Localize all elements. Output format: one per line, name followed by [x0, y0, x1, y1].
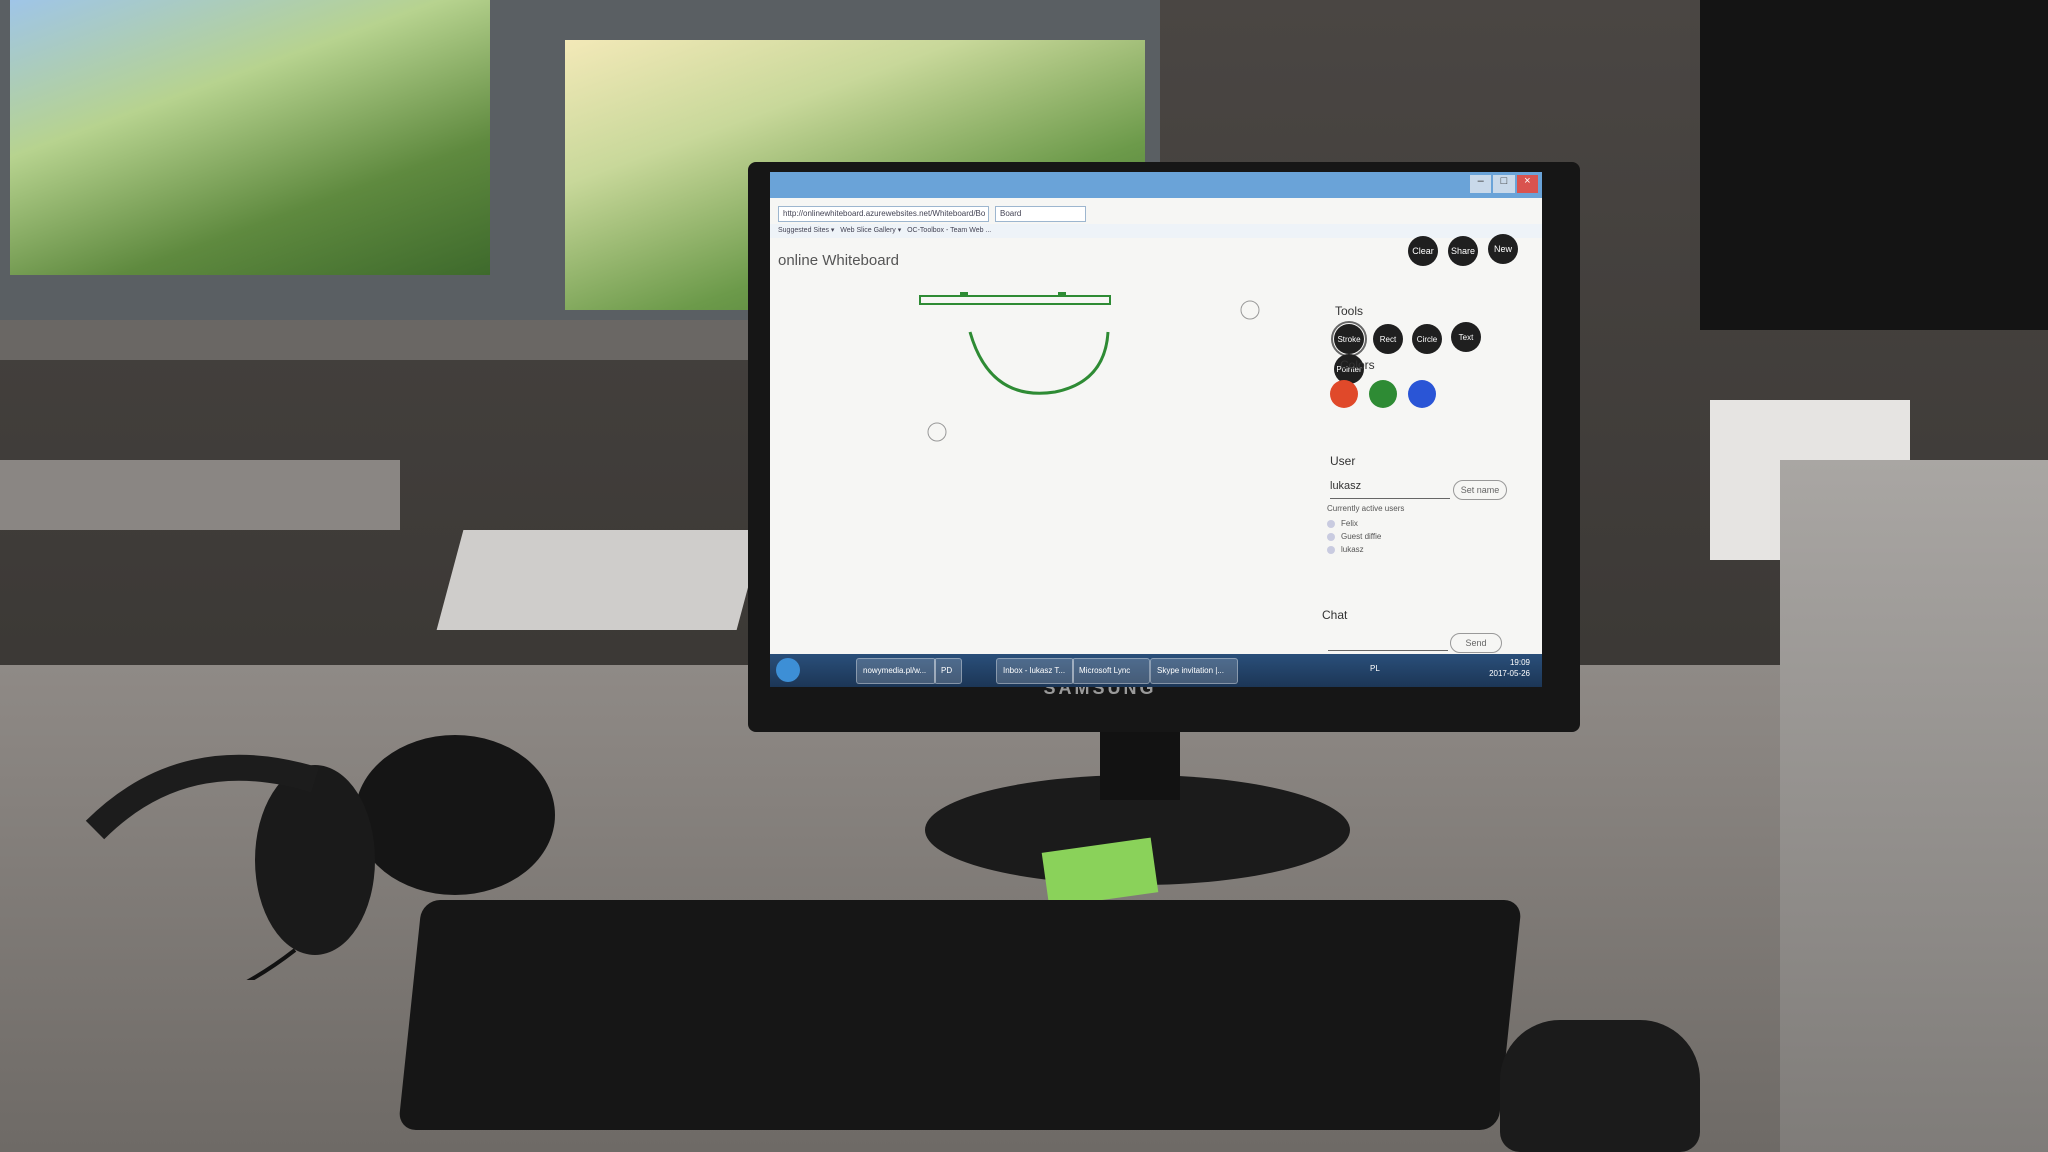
chat-input[interactable] — [1328, 634, 1448, 651]
active-user-item: lukasz — [1327, 545, 1364, 554]
user-name-input[interactable]: lukasz — [1330, 480, 1450, 499]
new-button[interactable]: New — [1488, 234, 1518, 264]
browser-titlebar: – □ × — [770, 172, 1542, 198]
clear-button[interactable]: Clear — [1408, 236, 1438, 266]
fav-suggested-sites[interactable]: Suggested Sites ▾ — [778, 227, 834, 234]
tool-text[interactable]: Text — [1451, 322, 1481, 352]
tool-rect[interactable]: Rect — [1373, 324, 1403, 354]
tool-stroke[interactable]: Stroke — [1331, 321, 1367, 357]
language-indicator[interactable]: PL — [1370, 664, 1380, 673]
fav-web-slice-gallery[interactable]: Web Slice Gallery ▾ — [840, 227, 901, 234]
user-status-icon — [1327, 532, 1335, 541]
drawn-smile-stroke — [968, 331, 1110, 395]
monitor-screen: – □ × http://onlinewhiteboard.azurewebsi… — [770, 172, 1542, 687]
cursor-circle — [927, 422, 947, 442]
window-controls: – □ × — [1470, 175, 1538, 193]
taskbar-item[interactable]: PD — [934, 658, 962, 684]
color-green[interactable] — [1369, 380, 1397, 408]
active-users-label: Currently active users — [1327, 504, 1405, 513]
chat-label: Chat — [1322, 608, 1348, 622]
active-user-item: Felix — [1327, 519, 1358, 528]
clock-time: 19:09 — [1509, 658, 1530, 667]
paper-stack — [436, 530, 764, 630]
tool-circle[interactable]: Circle — [1412, 324, 1442, 354]
taskbar-item[interactable]: Skype invitation |... — [1150, 658, 1238, 684]
user-label: User — [1330, 454, 1356, 468]
clock-date: 2017-05-26 — [1489, 669, 1530, 678]
tools-label: Tools — [1335, 304, 1364, 318]
share-button[interactable]: Share — [1448, 236, 1478, 266]
window-view-trees — [10, 0, 490, 275]
second-monitor — [1700, 0, 2048, 330]
keyboard — [397, 900, 1523, 1130]
monitor-stand-neck — [1100, 730, 1180, 800]
taskbar-item[interactable]: Microsoft Lync — [1072, 658, 1150, 684]
taskbar-item[interactable]: Inbox - lukasz T... — [996, 658, 1074, 684]
user-status-icon — [1327, 545, 1335, 554]
fav-oc-toolbox[interactable]: OC-Toolbox - Team Web ... — [907, 227, 991, 234]
cursor-circle — [1240, 300, 1260, 320]
color-red[interactable] — [1330, 380, 1358, 408]
taskbar-item[interactable]: nowymedia.pl/w... — [856, 658, 936, 684]
drawn-rect-stroke — [919, 295, 1111, 305]
close-icon[interactable]: × — [1516, 175, 1538, 193]
taskbar: nowymedia.pl/w... PD Inbox - lukasz T...… — [770, 654, 1542, 687]
set-name-button[interactable]: Set name — [1453, 480, 1507, 500]
address-bar[interactable]: http://onlinewhiteboard.azurewebsites.ne… — [778, 206, 989, 222]
user-status-icon — [1327, 519, 1335, 528]
minimize-icon[interactable]: – — [1470, 175, 1492, 193]
system-clock[interactable]: 19:09 2017-05-26 — [1460, 657, 1530, 679]
colors-label: Colors — [1340, 358, 1375, 372]
drawn-stroke-mark — [1058, 292, 1066, 296]
maximize-icon[interactable]: □ — [1493, 175, 1515, 193]
start-button-icon[interactable] — [776, 658, 800, 682]
active-user-item: Guest diffie — [1327, 532, 1381, 541]
drawing-canvas[interactable] — [770, 242, 1310, 652]
tab-board[interactable]: Board — [995, 206, 1086, 222]
drawn-stroke-mark — [960, 292, 968, 296]
computer-mouse — [1500, 1020, 1700, 1152]
printer-box — [1780, 460, 2048, 1152]
back-desk — [0, 460, 400, 530]
color-blue[interactable] — [1408, 380, 1436, 408]
send-button[interactable]: Send — [1450, 633, 1502, 653]
